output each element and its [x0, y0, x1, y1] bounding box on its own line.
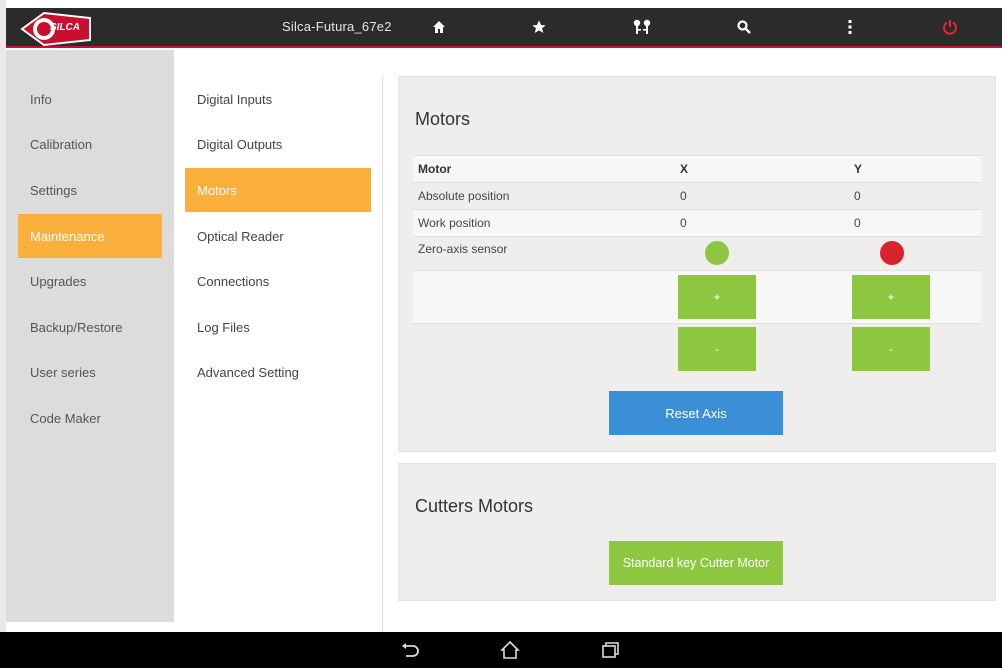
- work-position-x: 0: [680, 209, 700, 237]
- back-icon[interactable]: [397, 638, 423, 662]
- power-icon[interactable]: [938, 16, 962, 38]
- keys-icon[interactable]: [630, 16, 654, 38]
- nav-item-maintenance[interactable]: Maintenance: [18, 214, 162, 258]
- home-outline-icon[interactable]: [497, 638, 523, 662]
- device-name: Silca-Futura_67e2: [282, 19, 392, 34]
- subnav-item-digital-inputs[interactable]: Digital Inputs: [185, 77, 371, 121]
- subnav-item-optical-reader[interactable]: Optical Reader: [185, 214, 371, 258]
- motor-x-minus-button[interactable]: -: [678, 327, 756, 371]
- zero-axis-sensor-x-indicator: [705, 241, 729, 265]
- standard-key-cutter-motor-button[interactable]: Standard key Cutter Motor: [609, 541, 783, 585]
- row-label-work-position: Work position: [413, 209, 680, 237]
- main-nav: Info Calibration Settings Maintenance Up…: [6, 50, 174, 622]
- search-icon[interactable]: [732, 16, 756, 38]
- home-icon[interactable]: [427, 16, 451, 38]
- column-header-x: X: [680, 155, 700, 183]
- subnav-item-digital-outputs[interactable]: Digital Outputs: [185, 122, 371, 166]
- nav-item-upgrades[interactable]: Upgrades: [18, 259, 162, 303]
- nav-item-settings[interactable]: Settings: [18, 168, 162, 212]
- sub-nav: Digital Inputs Digital Outputs Motors Op…: [174, 50, 382, 632]
- motor-y-minus-button[interactable]: -: [852, 327, 930, 371]
- cutters-motors-panel: Cutters Motors Standard key Cutter Motor: [398, 463, 996, 601]
- app-window: SILCA Silca-Futura_67e2 Info Calibration: [0, 0, 1002, 668]
- work-position-y: 0: [854, 209, 981, 237]
- zero-axis-sensor-y-indicator: [880, 241, 904, 265]
- subnav-item-log-files[interactable]: Log Files: [185, 305, 371, 349]
- recent-apps-icon[interactable]: [597, 638, 623, 662]
- motor-x-plus-button[interactable]: +: [678, 275, 756, 319]
- subnav-item-motors[interactable]: Motors: [185, 168, 371, 212]
- plus-button-row: + +: [413, 270, 981, 324]
- table-row: Absolute position 0 0: [413, 182, 981, 210]
- column-header-motor: Motor: [413, 155, 680, 183]
- absolute-position-y: 0: [854, 182, 981, 210]
- table-header-row: Motor X Y: [413, 155, 981, 183]
- system-nav-bar: [0, 632, 1002, 668]
- nav-item-backup-restore[interactable]: Backup/Restore: [18, 305, 162, 349]
- minus-button-row: - -: [413, 323, 981, 375]
- column-divider: [382, 76, 383, 632]
- logo-text: SILCA: [50, 22, 80, 33]
- motor-y-plus-button[interactable]: +: [852, 275, 930, 319]
- column-header-y: Y: [854, 155, 981, 183]
- motors-panel: Motors Motor X Y Absolute position 0 0 W…: [398, 76, 996, 452]
- reset-axis-button[interactable]: Reset Axis: [609, 391, 783, 435]
- nav-item-code-maker[interactable]: Code Maker: [18, 396, 162, 440]
- table-row: Work position 0 0: [413, 209, 981, 237]
- cutters-panel-title: Cutters Motors: [415, 496, 534, 516]
- motors-panel-title: Motors: [415, 109, 471, 129]
- absolute-position-x: 0: [680, 182, 700, 210]
- row-label-absolute-position: Absolute position: [413, 182, 680, 210]
- nav-item-user-series[interactable]: User series: [18, 350, 162, 394]
- star-icon[interactable]: [527, 16, 551, 38]
- top-bar: SILCA Silca-Futura_67e2: [6, 8, 1002, 48]
- nav-item-calibration[interactable]: Calibration: [18, 122, 162, 166]
- subnav-item-advanced-setting[interactable]: Advanced Setting: [185, 350, 371, 394]
- nav-item-info[interactable]: Info: [18, 77, 162, 121]
- subnav-item-connections[interactable]: Connections: [185, 259, 371, 303]
- silca-logo: SILCA: [20, 10, 92, 48]
- more-vertical-icon[interactable]: [838, 16, 862, 38]
